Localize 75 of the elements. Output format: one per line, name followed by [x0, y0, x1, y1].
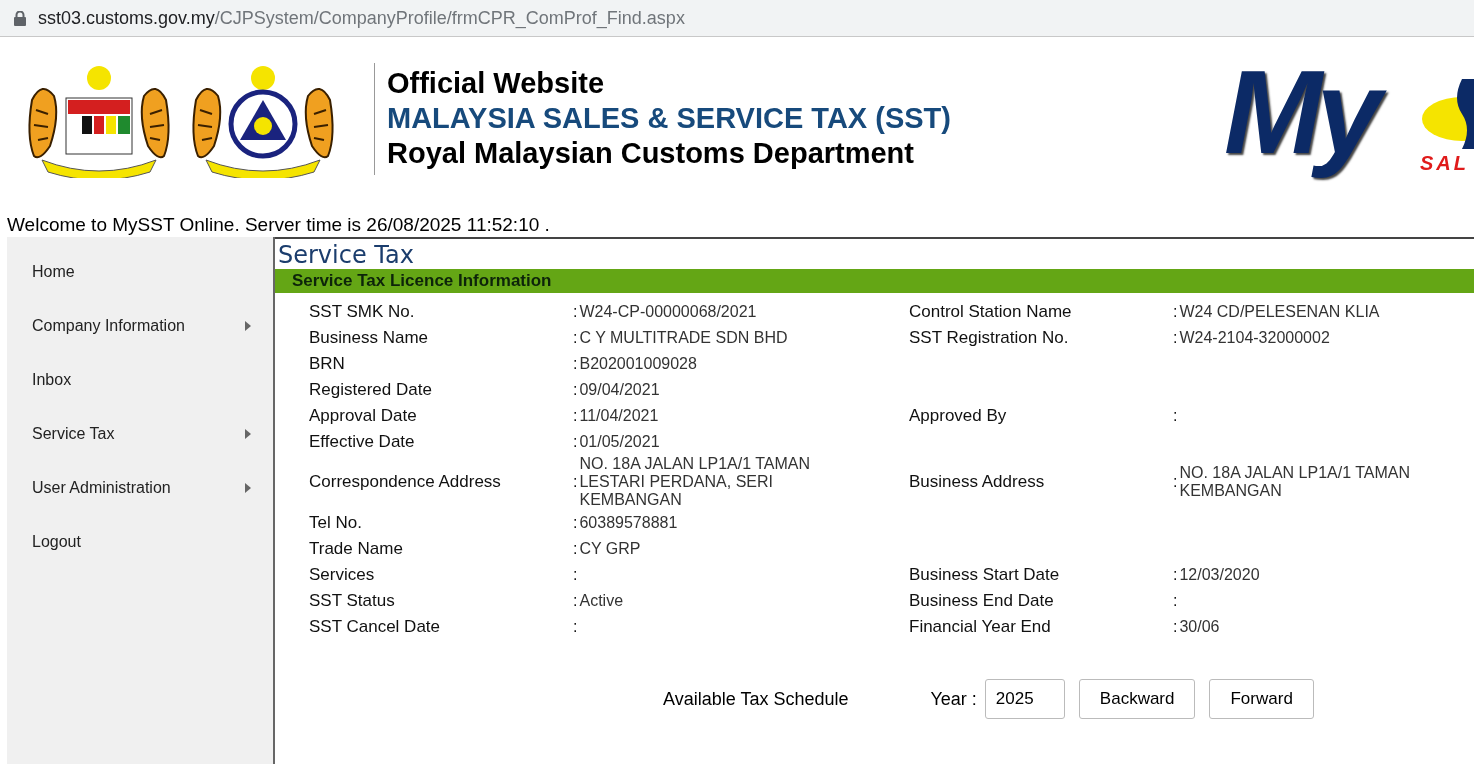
colon: :	[573, 432, 578, 451]
menu-item[interactable]: Logout	[7, 515, 273, 569]
menu-item[interactable]: User Administration	[7, 461, 273, 515]
field-label: Business Name	[309, 327, 430, 348]
field-value: Active	[579, 591, 624, 610]
welcome-message: Welcome to MySST Online. Server time is 26/08/2025 11:52:10 .	[6, 213, 551, 237]
colon: :	[573, 380, 578, 399]
field-label: Business Start Date	[909, 564, 1061, 585]
field-label: SST Status	[309, 590, 396, 611]
colon: :	[1173, 328, 1178, 347]
field-label: Correspondence Address	[309, 472, 502, 492]
field-label: Approval Date	[309, 405, 418, 426]
field-label: Services	[309, 564, 376, 585]
nav-button[interactable]: Backward	[1078, 679, 1196, 719]
colon: :	[573, 473, 578, 491]
field-value: B202001009028	[579, 354, 697, 373]
field-label: Control Station Name	[909, 301, 1073, 322]
field-value: 09/04/2021	[579, 380, 660, 399]
schedule-label: Available Tax Schedule	[663, 688, 849, 710]
section-header: Service Tax Licence Information	[275, 269, 1474, 293]
field-label: Registered Date	[309, 379, 433, 400]
field-value: W24-CP-00000068/2021	[579, 302, 757, 321]
colon: :	[573, 617, 578, 636]
field-label: Business Address	[909, 472, 1046, 492]
field-label: SST SMK No.	[309, 301, 416, 322]
field-label: SST Registration No.	[909, 327, 1070, 348]
colon: :	[573, 565, 578, 584]
colon: :	[1173, 617, 1178, 636]
field-label: Business End Date	[909, 590, 1055, 611]
colon: :	[573, 354, 578, 373]
field-value: 01/05/2021	[579, 432, 660, 451]
menu-item[interactable]: Home	[7, 245, 273, 299]
field-value: C Y MULTITRADE SDN BHD	[579, 328, 788, 347]
colon: :	[573, 591, 578, 610]
field-value: 11/04/2021	[579, 406, 659, 425]
site-subtitle: MALAYSIA SALES & SERVICE TAX (SST)	[387, 102, 951, 135]
lock-icon	[14, 10, 26, 26]
field-value: 12/03/2020	[1179, 565, 1260, 584]
field-value: W24-2104-32000002	[1179, 328, 1330, 347]
colon: :	[1173, 406, 1178, 425]
field-label: BRN	[309, 353, 346, 374]
field-value: W24 CD/PELESENAN KLIA	[1179, 302, 1380, 321]
field-value: KEMBANGAN	[579, 491, 683, 509]
page-title: Service Tax	[277, 240, 415, 269]
field-value: 30/06	[1179, 617, 1220, 636]
menu-item[interactable]: Inbox	[7, 353, 273, 407]
field-value: NO. 18A JALAN LP1A/1 TAMAN	[1179, 464, 1411, 482]
year-label: Year :	[930, 688, 977, 710]
colon: :	[1173, 591, 1178, 610]
field-value: NO. 18A JALAN LP1A/1 TAMAN	[579, 455, 811, 473]
menu-item[interactable]: Service Tax	[7, 407, 273, 461]
field-value: KEMBANGAN	[1179, 482, 1283, 500]
logo: My SAL	[1224, 48, 1474, 189]
field-value: CY GRP	[579, 539, 641, 558]
colon: :	[573, 539, 578, 558]
field-label: Financial Year End	[909, 616, 1052, 637]
field-label: SST Cancel Date	[309, 616, 442, 637]
colon: :	[573, 513, 578, 532]
colon: :	[1173, 302, 1178, 321]
site-title: Official Website	[387, 67, 606, 100]
field-label: Trade Name	[309, 538, 404, 559]
field-label: Tel No.	[309, 512, 363, 533]
field-value: 60389578881	[579, 513, 678, 532]
nav-button[interactable]: Forward	[1209, 679, 1314, 719]
field-value: LESTARI PERDANA, SERI	[579, 473, 774, 491]
field-label: Effective Date	[309, 431, 416, 452]
colon: :	[573, 328, 578, 347]
field-label: Approved By	[909, 405, 1008, 426]
menu-item[interactable]: Company Information	[7, 299, 273, 353]
department-name: Royal Malaysian Customs Department	[387, 137, 915, 170]
colon: :	[1173, 473, 1178, 491]
colon: :	[573, 406, 578, 425]
year-field[interactable]: 2025	[984, 679, 1065, 719]
colon: :	[1173, 565, 1178, 584]
colon: :	[573, 302, 578, 321]
